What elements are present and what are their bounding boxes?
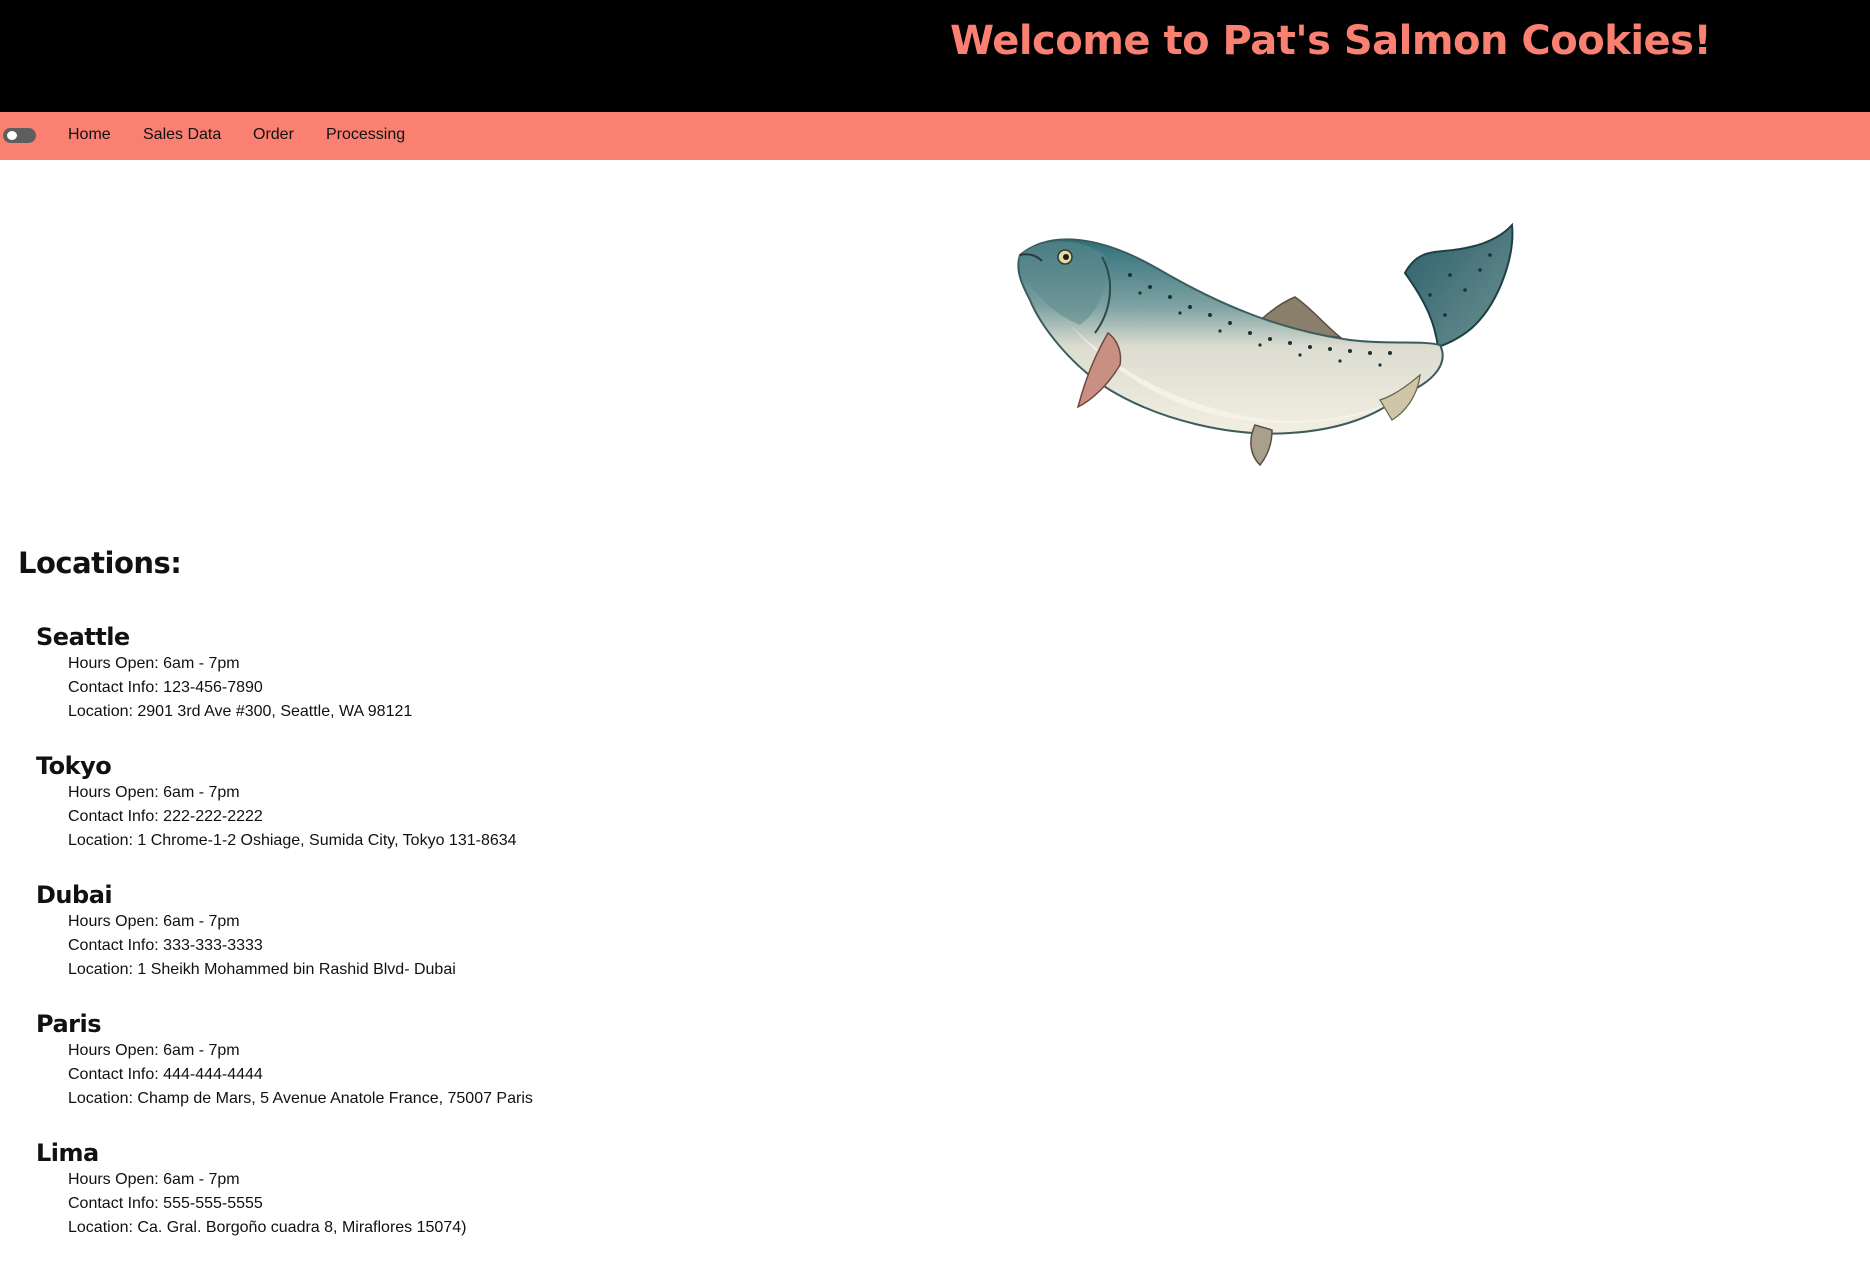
nav-processing-link[interactable]: Processing [326, 126, 405, 144]
main-nav: Home Sales Data Order Processing [0, 112, 1870, 160]
nav-sales-data-link[interactable]: Sales Data [143, 126, 221, 144]
store-name: Seattle [36, 623, 130, 651]
store-hours: Hours Open: 6am - 7pm [68, 655, 240, 672]
salmon-fish-icon [1017, 222, 1514, 467]
store-location: Location: Champ de Mars, 5 Avenue Anatol… [68, 1090, 533, 1107]
store-hours: Hours Open: 6am - 7pm [68, 1171, 240, 1188]
store-contact: Contact Info: 333-333-3333 [68, 937, 263, 954]
store-contact: Contact Info: 123-456-7890 [68, 679, 263, 696]
toggle-knob [7, 131, 17, 140]
store-location: Location: 1 Sheikh Mohammed bin Rashid B… [68, 961, 456, 978]
nav-home-link[interactable]: Home [68, 126, 111, 144]
store-location: Location: 1 Chrome-1-2 Oshiage, Sumida C… [68, 832, 517, 849]
store-name: Dubai [36, 881, 113, 909]
store-paris: Paris Hours Open: 6am - 7pm Contact Info… [36, 1009, 936, 1138]
store-hours: Hours Open: 6am - 7pm [68, 784, 240, 801]
store-location: Location: Ca. Gral. Borgoño cuadra 8, Mi… [68, 1219, 467, 1236]
store-lima: Lima Hours Open: 6am - 7pm Contact Info:… [36, 1138, 936, 1267]
store-name: Tokyo [36, 752, 112, 780]
store-hours: Hours Open: 6am - 7pm [68, 913, 240, 930]
salmon-illustration [1010, 215, 1530, 505]
store-contact: Contact Info: 222-222-2222 [68, 808, 263, 825]
store-list: Seattle Hours Open: 6am - 7pm Contact In… [36, 622, 936, 1267]
store-contact: Contact Info: 444-444-4444 [68, 1066, 263, 1083]
locations-heading: Locations: [18, 546, 182, 580]
nav-order-link[interactable]: Order [253, 126, 294, 144]
store-name: Paris [36, 1010, 102, 1038]
store-seattle: Seattle Hours Open: 6am - 7pm Contact In… [36, 622, 936, 751]
store-name: Lima [36, 1139, 99, 1167]
store-contact: Contact Info: 555-555-5555 [68, 1195, 263, 1212]
store-tokyo: Tokyo Hours Open: 6am - 7pm Contact Info… [36, 751, 936, 880]
store-location: Location: 2901 3rd Ave #300, Seattle, WA… [68, 703, 413, 720]
site-header: Welcome to Pat's Salmon Cookies! [0, 0, 1870, 112]
site-title: Welcome to Pat's Salmon Cookies! [950, 18, 1712, 64]
store-dubai: Dubai Hours Open: 6am - 7pm Contact Info… [36, 880, 936, 1009]
store-hours: Hours Open: 6am - 7pm [68, 1042, 240, 1059]
theme-toggle[interactable] [3, 128, 36, 143]
